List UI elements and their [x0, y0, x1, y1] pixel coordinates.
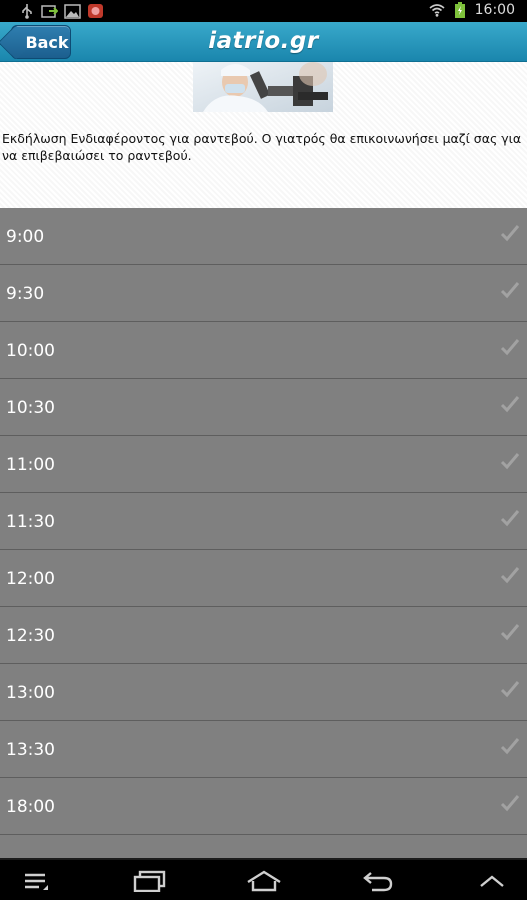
- home-icon[interactable]: [245, 869, 283, 893]
- check-icon: [500, 681, 520, 698]
- time-slot-list: 9:00 9:30 10:00 10:30 11:00 11:30 12:00: [0, 208, 527, 858]
- time-slot-row[interactable]: 9:00: [0, 208, 527, 265]
- slot-time: 12:00: [6, 569, 55, 589]
- doctor-microscope-image: [193, 62, 333, 112]
- time-slot-row[interactable]: 13:00: [0, 664, 527, 721]
- app-logo: iatrio.gr: [208, 28, 319, 54]
- clock: 16:00: [474, 2, 515, 18]
- app-header: Back iatrio.gr: [0, 22, 527, 62]
- content-area: Εκδήλωση Ενδιαφέροντος για ραντεβού. Ο γ…: [0, 62, 527, 858]
- slot-time: 11:30: [6, 512, 55, 532]
- slot-time: 10:00: [6, 341, 55, 361]
- slot-time: 12:30: [6, 626, 55, 646]
- time-slot-row[interactable]: 11:00: [0, 436, 527, 493]
- time-slot-row[interactable]: 11:30: [0, 493, 527, 550]
- system-status: 16:00: [429, 2, 515, 18]
- time-slot-row[interactable]: [0, 835, 527, 858]
- battery-icon: [452, 2, 469, 18]
- time-slot-row[interactable]: 12:00: [0, 550, 527, 607]
- status-bar: 16:00: [0, 0, 527, 22]
- screenshot-icon: [41, 3, 58, 19]
- time-slot-row[interactable]: 18:00: [0, 778, 527, 835]
- check-icon: [500, 396, 520, 413]
- check-icon: [500, 624, 520, 641]
- usb-icon: [18, 3, 35, 19]
- time-slot-row[interactable]: 12:30: [0, 607, 527, 664]
- slot-time: 13:00: [6, 683, 55, 703]
- time-slot-row[interactable]: 10:00: [0, 322, 527, 379]
- check-icon: [500, 282, 520, 299]
- recent-apps-icon[interactable]: [133, 869, 167, 893]
- info-text: Εκδήλωση Ενδιαφέροντος για ραντεβού. Ο γ…: [2, 131, 522, 163]
- slot-time: 9:00: [6, 227, 45, 247]
- app-notification-icon: [87, 3, 104, 19]
- notification-icons: [18, 3, 104, 19]
- check-icon: [500, 453, 520, 470]
- expand-icon[interactable]: [478, 869, 506, 893]
- system-nav-bar: [0, 858, 527, 900]
- slot-time: 13:30: [6, 740, 55, 760]
- back-icon[interactable]: [362, 869, 394, 893]
- time-slot-row[interactable]: 13:30: [0, 721, 527, 778]
- slot-time: 11:00: [6, 455, 55, 475]
- gallery-icon: [64, 3, 81, 19]
- check-icon: [500, 738, 520, 755]
- menu-icon[interactable]: [22, 869, 50, 893]
- check-icon: [500, 567, 520, 584]
- wifi-icon: [429, 2, 446, 18]
- time-slot-row[interactable]: 9:30: [0, 265, 527, 322]
- info-section: Εκδήλωση Ενδιαφέροντος για ραντεβού. Ο γ…: [0, 62, 527, 208]
- check-icon: [500, 510, 520, 527]
- check-icon: [500, 225, 520, 242]
- time-slot-row[interactable]: 10:30: [0, 379, 527, 436]
- slot-time: 9:30: [6, 284, 45, 304]
- check-icon: [500, 339, 520, 356]
- slot-time: 10:30: [6, 398, 55, 418]
- slot-time: 18:00: [6, 797, 55, 817]
- check-icon: [500, 795, 520, 812]
